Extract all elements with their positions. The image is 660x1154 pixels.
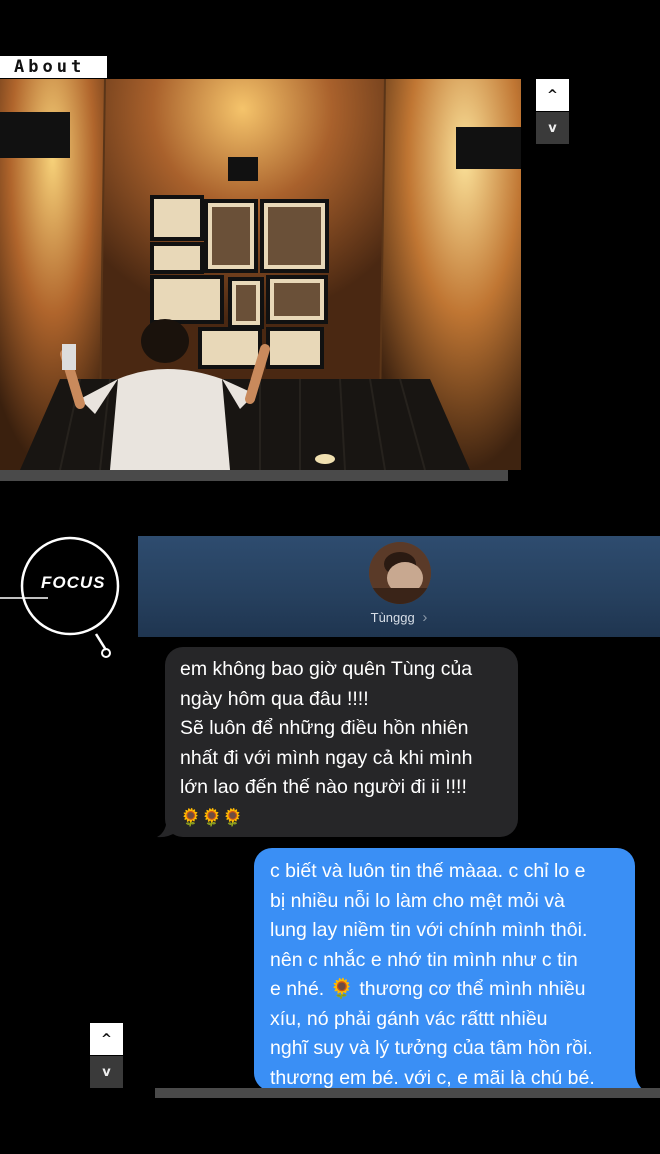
message-line: ngày hôm qua đâu !!!! [180, 687, 369, 710]
message-line: lớn lao đến thế nào người đi ii !!!! [180, 776, 467, 798]
chevron-right-icon: › [422, 609, 428, 626]
message-line: em không bao giờ quên Tùng của [180, 658, 473, 680]
contact-name: Tùnggg [370, 610, 415, 625]
message-line: bị nhiều nỗi lo làm cho mệt mỏi và [270, 889, 565, 912]
message-line: Sẽ luôn để những điều hồn nhiên [180, 717, 469, 739]
received-message: em không bao giờ quên Tùng của ngày hôm … [165, 647, 518, 837]
message-line: nên c nhắc e nhớ tin mình như c tin [270, 948, 578, 971]
message-line: c biết và luôn tin thế màaa. c chỉ lo e [270, 860, 586, 882]
message-line: nhất đi với mình ngay cả khi mình [180, 746, 473, 769]
about-tab: About [0, 56, 107, 78]
chat-scrollbar[interactable] [155, 1088, 660, 1098]
message-line: 🌻🌻🌻 [180, 807, 244, 827]
nav-arrows-bottom: ^ v [90, 1023, 123, 1088]
chevron-down-icon[interactable]: v [536, 112, 569, 144]
chat-header: Tùnggg › [138, 536, 660, 637]
nav-arrows-top: ^ v [536, 79, 569, 144]
message-line: e nhé. 🌻 thương cơ thể mình nhiều [270, 978, 586, 1000]
message-line: lung lay niềm tin với chính mình thôi. [270, 919, 588, 941]
sent-message: c biết và luôn tin thế màaa. c chỉ lo e … [254, 848, 635, 1091]
chevron-down-icon[interactable]: v [90, 1056, 123, 1088]
photo-scrollbar[interactable] [0, 470, 508, 481]
chevron-up-icon[interactable]: ^ [90, 1023, 123, 1055]
message-line: xíu, nó phải gánh vác rấttt nhiều [270, 1007, 548, 1030]
magnifier-icon [0, 536, 120, 658]
chevron-up-icon[interactable]: ^ [536, 79, 569, 111]
message-line: nghĩ suy và lý tưởng của tâm hồn rồi. [270, 1037, 593, 1059]
gallery-photo [0, 79, 521, 470]
avatar[interactable] [369, 542, 431, 604]
contact-name-row[interactable]: Tùnggg › [138, 609, 660, 626]
focus-label: FOCUS [41, 573, 106, 592]
